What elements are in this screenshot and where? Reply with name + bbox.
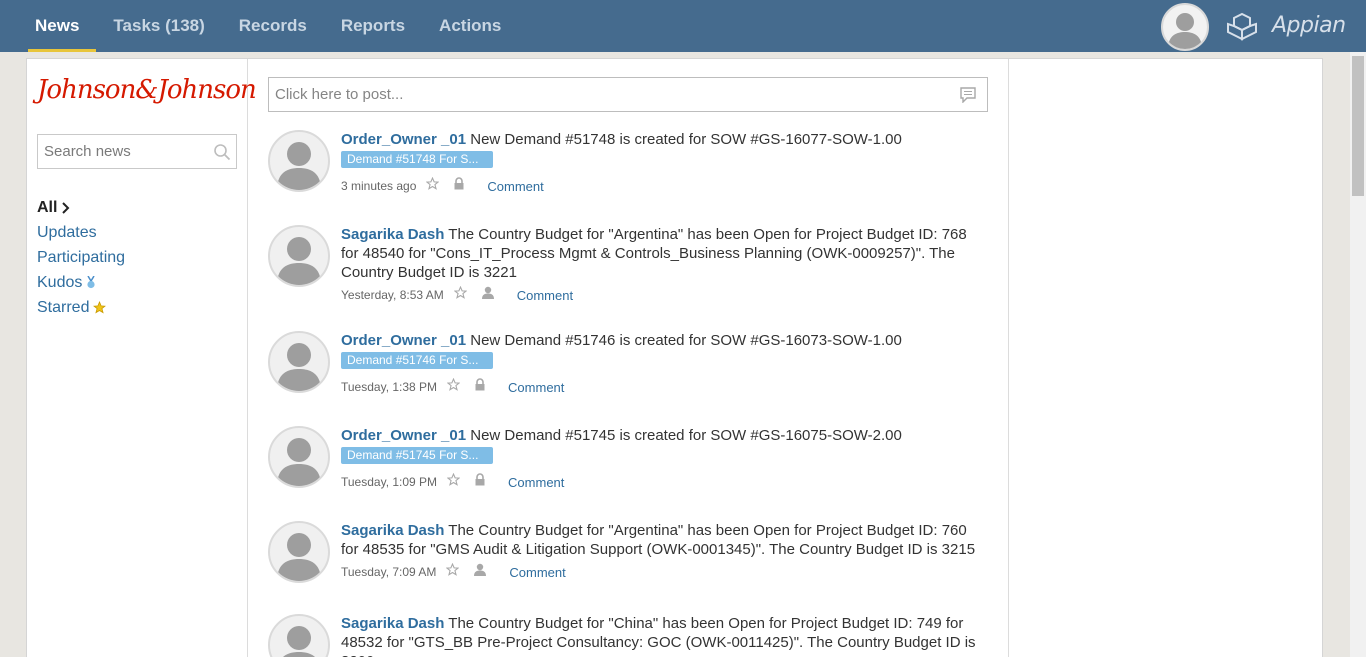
feed-item-meta: 3 minutes ago Comment [341,176,981,196]
timestamp: Tuesday, 1:09 PM [341,474,438,489]
feed-item-text: Sagarika Dash The Country Budget for "Ch… [341,614,981,657]
record-tag[interactable]: Demand #51746 For S... [341,352,493,369]
star-icon[interactable] [446,472,461,492]
top-nav-bar: News Tasks (138) Records Reports Actions… [0,0,1366,52]
person-icon [473,563,487,582]
feed-item-meta: Tuesday, 7:09 AM Comment [341,562,981,582]
news-panel: Johnson&Johnson All Updates Participatin… [26,58,1323,657]
feed-item-text: Sagarika Dash The Country Budget for "Ar… [341,225,981,282]
appian-logo: Appian [1272,13,1346,38]
star-icon[interactable] [426,176,440,196]
person-silhouette-icon [283,626,315,657]
person-silhouette-icon [277,533,321,581]
author-link[interactable]: Order_Owner _01 [341,131,466,148]
timestamp: Tuesday, 7:09 AM [341,564,437,579]
person-silhouette-icon [1168,13,1202,49]
feed-item-body: Sagarika Dash The Country Budget for "Ar… [341,521,981,580]
message-text: New Demand #51746 is created for SOW #GS… [466,332,902,349]
feed-item-text: Order_Owner _01 New Demand #51746 is cre… [341,331,981,350]
star-icon[interactable] [453,285,468,305]
comment-link[interactable]: Comment [509,563,565,582]
search-icon[interactable] [213,143,231,161]
feed-item-body: Order_Owner _01 New Demand #51746 is cre… [341,331,981,395]
person-silhouette-icon [277,237,321,285]
star-icon[interactable] [446,377,461,397]
feed-item-body: Order_Owner _01 New Demand #51748 is cre… [341,130,981,194]
author-link[interactable]: Sagarika Dash [341,522,444,539]
timestamp: 3 minutes ago [341,178,417,193]
feed-item-meta: Yesterday, 8:53 AM Comment [341,285,981,305]
comment-link[interactable]: Comment [508,473,564,492]
lock-icon [453,176,465,196]
star-icon[interactable] [446,562,460,582]
filter-starred-label: Starred [37,298,90,316]
author-link[interactable]: Order_Owner _01 [341,427,466,444]
author-avatar[interactable] [268,225,330,287]
scrollbar-thumb[interactable] [1352,56,1364,196]
post-input[interactable] [269,78,949,111]
search-news-box [37,134,237,169]
filter-kudos[interactable]: Kudos [37,270,125,295]
news-filters: All Updates Participating Kudos Starred [37,195,125,320]
tab-reports[interactable]: Reports [324,0,422,52]
tab-tasks[interactable]: Tasks (138) [96,0,221,52]
medal-icon [87,276,96,289]
author-avatar[interactable] [268,331,330,393]
message-text: New Demand #51745 is created for SOW #GS… [466,427,902,444]
filter-participating[interactable]: Participating [37,245,125,270]
message-text: New Demand #51748 is created for SOW #GS… [466,131,902,148]
filter-starred[interactable]: Starred [37,295,125,320]
feed-item-text: Sagarika Dash The Country Budget for "Ar… [341,521,981,559]
person-icon [481,286,495,305]
author-link[interactable]: Order_Owner _01 [341,332,466,349]
comment-link[interactable]: Comment [508,378,564,397]
timestamp: Tuesday, 1:38 PM [341,379,438,394]
main-tabs: News Tasks (138) Records Reports Actions [18,0,518,52]
news-sidebar: Johnson&Johnson All Updates Participatin… [27,59,257,657]
feed-item-meta: Tuesday, 1:38 PM Comment [341,377,981,397]
comment-link[interactable]: Comment [487,177,543,196]
person-silhouette-icon [277,142,321,190]
person-silhouette-icon [277,438,321,486]
person-silhouette-icon [277,343,321,391]
author-avatar[interactable] [268,130,330,192]
author-avatar[interactable] [268,521,330,583]
post-box [268,77,988,112]
tab-records[interactable]: Records [222,0,324,52]
appian-cubes-icon [1227,12,1257,41]
lock-icon [474,472,486,492]
company-logo: Johnson&Johnson [37,75,257,105]
filter-updates[interactable]: Updates [37,220,125,245]
comment-bubble-icon[interactable] [959,87,977,103]
chevron-right-icon [62,201,70,214]
feed-item-text: Order_Owner _01 New Demand #51745 is cre… [341,426,981,445]
column-divider [1008,59,1009,657]
author-avatar[interactable] [268,614,330,657]
author-avatar[interactable] [268,426,330,488]
feed-item-body: Sagarika Dash The Country Budget for "Ch… [341,614,981,657]
record-tag[interactable]: Demand #51745 For S... [341,447,493,464]
comment-link[interactable]: Comment [517,286,573,305]
feed-item-meta: Tuesday, 1:09 PM Comment [341,472,981,492]
author-link[interactable]: Sagarika Dash [341,226,444,243]
author-link[interactable]: Sagarika Dash [341,615,444,632]
star-icon [93,301,107,314]
filter-all[interactable]: All [37,195,125,220]
tab-actions[interactable]: Actions [422,0,518,52]
feed-item-text: Order_Owner _01 New Demand #51748 is cre… [341,130,981,149]
filter-all-label: All [37,198,58,216]
timestamp: Yesterday, 8:53 AM [341,287,444,302]
feed-item-body: Order_Owner _01 New Demand #51745 is cre… [341,426,981,490]
feed-item-body: Sagarika Dash The Country Budget for "Ar… [341,225,981,303]
filter-updates-label: Updates [37,223,97,241]
search-news-input[interactable] [38,135,208,168]
filter-participating-label: Participating [37,248,126,266]
user-avatar[interactable] [1161,3,1209,51]
lock-icon [474,377,486,397]
filter-kudos-label: Kudos [37,273,83,291]
record-tag[interactable]: Demand #51748 For S... [341,151,493,168]
tab-news[interactable]: News [18,0,97,52]
